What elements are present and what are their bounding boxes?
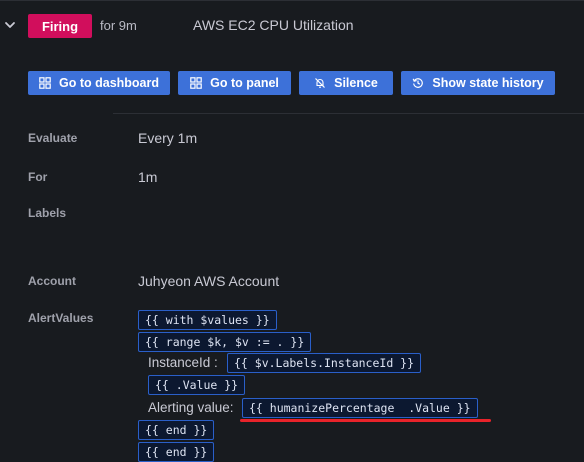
silence-button[interactable]: Silence bbox=[299, 71, 393, 95]
apps-icon bbox=[39, 77, 51, 89]
template-end: {{ end }} bbox=[138, 442, 215, 462]
chevron-down-icon[interactable] bbox=[4, 19, 16, 31]
bell-slash-icon bbox=[315, 78, 326, 88]
go-to-panel-button[interactable]: Go to panel bbox=[178, 71, 291, 95]
template-end: {{ end }} bbox=[138, 420, 215, 440]
template-instance-id: {{ $v.Labels.InstanceId }} bbox=[227, 353, 422, 373]
alerting-value-label: Alerting value: bbox=[148, 400, 234, 415]
instance-id-label: InstanceId : bbox=[148, 355, 218, 370]
template-range: {{ range $k, $v := . }} bbox=[138, 332, 312, 352]
show-state-history-button[interactable]: Show state history bbox=[401, 71, 555, 95]
show-state-history-label: Show state history bbox=[432, 76, 544, 90]
evaluate-value: Every 1m bbox=[138, 130, 198, 146]
account-label: Account bbox=[28, 274, 76, 288]
template-humanize: {{ humanizePercentage .Value }} bbox=[242, 398, 478, 418]
apps-icon bbox=[190, 77, 202, 89]
history-icon bbox=[413, 78, 424, 88]
for-value: 1m bbox=[138, 169, 158, 185]
go-to-panel-label: Go to panel bbox=[210, 76, 279, 90]
section-divider bbox=[113, 113, 584, 114]
go-to-dashboard-button[interactable]: Go to dashboard bbox=[28, 71, 170, 95]
template-value: {{ .Value }} bbox=[148, 375, 246, 395]
alert-name: AWS EC2 CPU Utilization bbox=[193, 17, 354, 33]
top-border bbox=[0, 0, 584, 1]
go-to-dashboard-label: Go to dashboard bbox=[59, 76, 159, 90]
silence-label: Silence bbox=[334, 76, 378, 90]
status-badge: Firing bbox=[28, 14, 92, 38]
for-label: For bbox=[28, 170, 48, 184]
highlight-underline bbox=[240, 419, 491, 422]
alertvalues-label: AlertValues bbox=[28, 311, 94, 325]
account-value: Juhyeon AWS Account bbox=[138, 273, 280, 289]
template-with: {{ with $values }} bbox=[138, 310, 277, 330]
labels-label: Labels bbox=[28, 206, 67, 220]
evaluate-label: Evaluate bbox=[28, 131, 78, 145]
firing-duration: for 9m bbox=[100, 18, 137, 33]
